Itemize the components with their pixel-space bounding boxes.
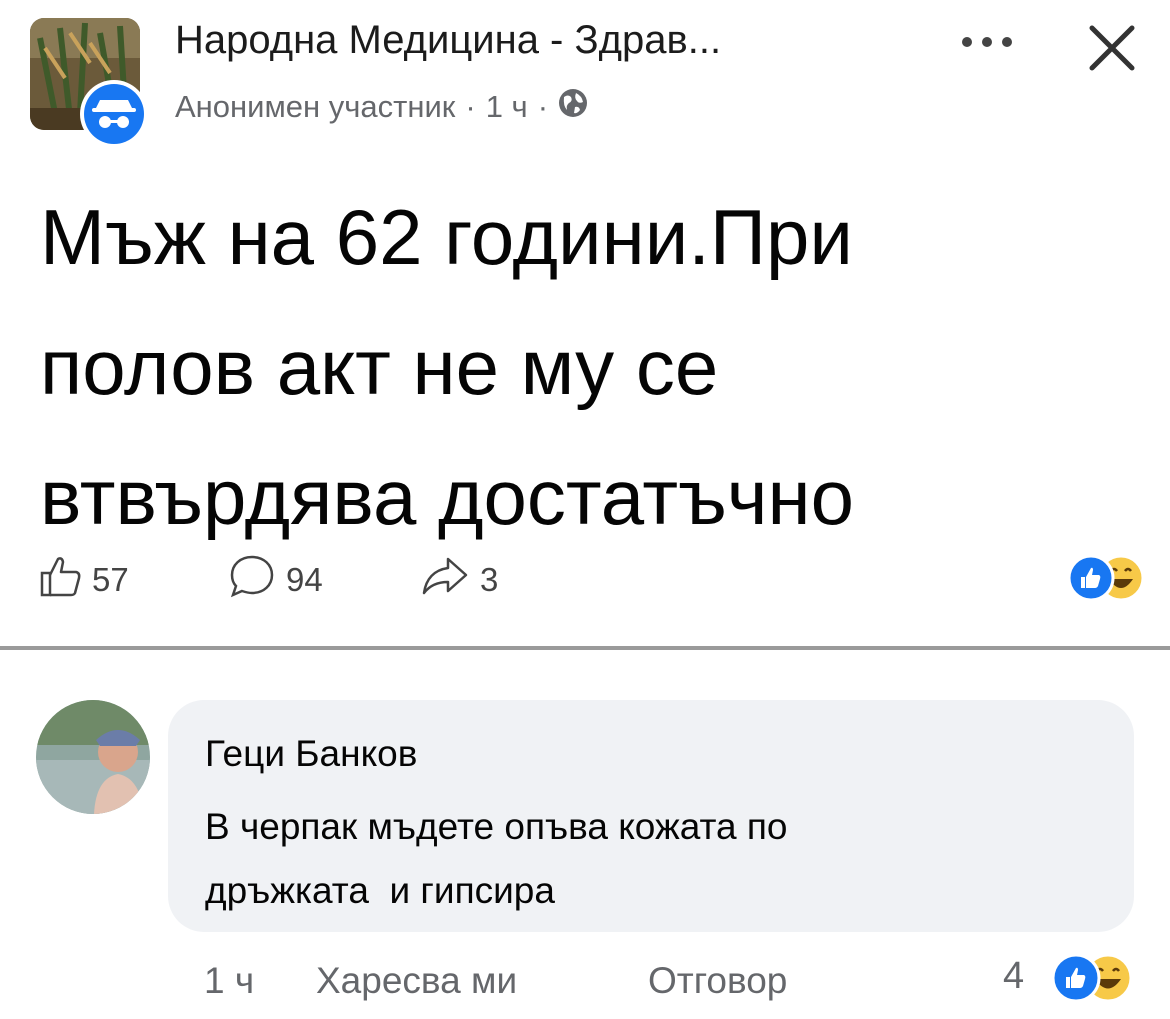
post-meta: Анонимен участник · 1 ч · [175,88,588,126]
commenter-avatar[interactable] [36,700,150,814]
like-reaction-icon [1067,554,1115,602]
comment-like-button[interactable]: Харесва ми [316,960,517,1002]
like-icon [38,553,82,607]
post-reactions[interactable] [1067,553,1147,603]
like-reaction-icon [1051,953,1101,1003]
comment-line: дръжката и гипсира [205,870,555,911]
share-button[interactable]: 3 [420,555,498,605]
group-name[interactable]: Народна Медицина - Здрав... [175,18,721,63]
comment-reaction-count: 4 [1003,955,1025,997]
meta-separator: · [537,89,549,124]
post-text: Мъж на 62 години.При полов акт не му се … [40,172,1130,562]
comment-icon [228,553,276,607]
globe-icon [558,88,588,126]
post-line: втвърдява достатъчно [40,453,854,541]
more-icon[interactable] [955,30,1019,54]
divider [0,646,1170,650]
share-icon [420,553,470,607]
close-icon[interactable] [1082,18,1142,78]
post-line: Мъж на 62 години.При [40,193,853,281]
comment-button[interactable]: 94 [228,555,323,605]
anonymous-icon [78,78,150,150]
post-line: полов акт не му се [40,323,719,411]
author-label[interactable]: Анонимен участник [175,89,455,125]
post-time[interactable]: 1 ч [486,89,528,125]
comment-time[interactable]: 1 ч [204,960,254,1002]
comment-reactions[interactable] [1040,952,1136,1004]
meta-separator: · [465,89,476,124]
comment-reply-button[interactable]: Отговор [648,960,787,1002]
commenter-name[interactable]: Геци Банков [205,733,417,775]
comment-count: 94 [286,561,323,598]
like-count: 57 [92,561,129,598]
share-count: 3 [480,561,499,598]
comment-text: В черпак мъдете опъва кожата по дръжката… [205,795,1105,923]
comment-line: В черпак мъдете опъва кожата по [205,806,788,847]
like-button[interactable]: 57 [38,555,129,605]
